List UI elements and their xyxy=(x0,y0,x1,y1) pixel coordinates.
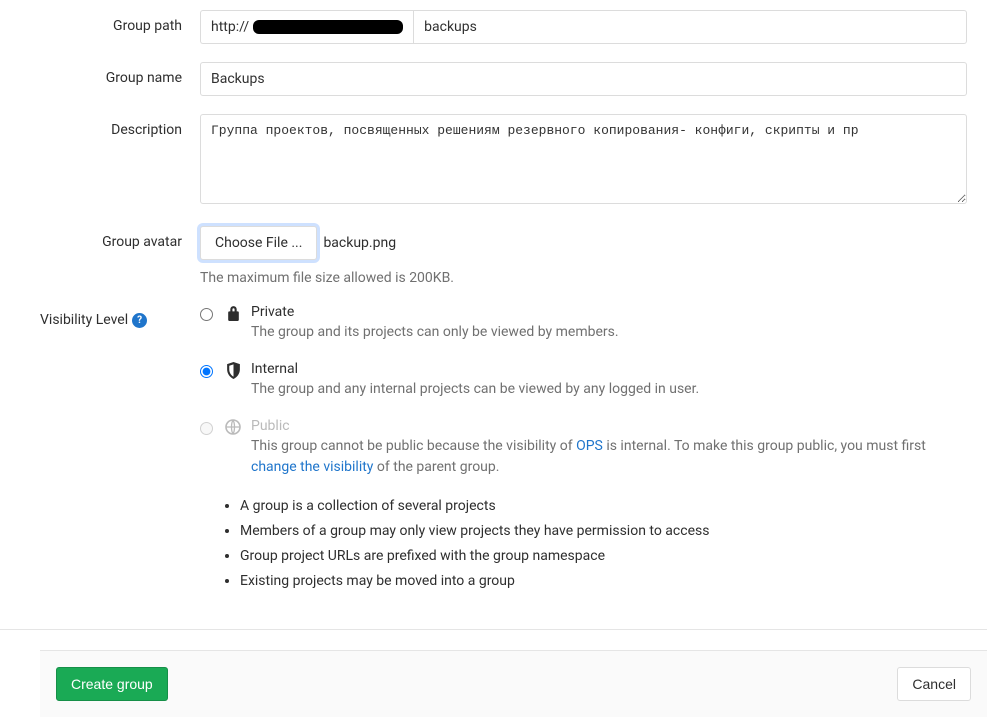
label-visibility: Visibility Level ? xyxy=(40,304,200,328)
link-change-visibility[interactable]: change the visibility xyxy=(251,459,373,475)
row-group-path: Group path http:// xyxy=(40,10,967,44)
visibility-option-public: Public This group cannot be public becau… xyxy=(200,418,967,478)
shield-icon xyxy=(223,361,243,379)
radio-public xyxy=(200,422,213,435)
private-desc: The group and its projects can only be v… xyxy=(251,322,619,343)
list-item: Existing projects may be moved into a gr… xyxy=(240,571,967,592)
globe-icon xyxy=(223,418,243,435)
internal-desc: The group and any internal projects can … xyxy=(251,379,699,400)
visibility-option-private: Private The group and its projects can o… xyxy=(200,304,967,343)
list-item: A group is a collection of several proje… xyxy=(240,496,967,517)
group-name-input[interactable] xyxy=(200,62,967,96)
label-group-path: Group path xyxy=(40,10,200,34)
choose-file-button[interactable]: Choose File ... xyxy=(200,226,317,260)
redacted-host xyxy=(253,20,403,34)
url-prefix-addon: http:// xyxy=(200,10,413,44)
row-description: Description Группа проектов, посвященных… xyxy=(40,114,967,208)
list-item: Members of a group may only view project… xyxy=(240,521,967,542)
create-group-button[interactable]: Create group xyxy=(56,667,168,701)
internal-title: Internal xyxy=(251,361,699,377)
group-path-input-group: http:// xyxy=(200,10,967,44)
visibility-label-text: Visibility Level xyxy=(40,312,128,328)
public-desc: This group cannot be public because the … xyxy=(251,436,967,478)
avatar-hint: The maximum file size allowed is 200KB. xyxy=(200,270,967,286)
list-item: Group project URLs are prefixed with the… xyxy=(240,546,967,567)
group-path-input[interactable] xyxy=(413,10,967,44)
avatar-filename: backup.png xyxy=(323,235,396,251)
public-title: Public xyxy=(251,418,967,434)
description-textarea[interactable]: Группа проектов, посвященных решениям ре… xyxy=(200,114,967,204)
radio-internal[interactable] xyxy=(200,365,213,378)
visibility-options: Private The group and its projects can o… xyxy=(200,304,967,596)
row-visibility: Visibility Level ? Private The group and… xyxy=(40,304,967,596)
label-group-name: Group name xyxy=(40,62,200,86)
visibility-option-internal: Internal The group and any internal proj… xyxy=(200,361,967,400)
label-group-avatar: Group avatar xyxy=(40,226,200,250)
cancel-button[interactable]: Cancel xyxy=(897,667,971,701)
group-info-list: A group is a collection of several proje… xyxy=(200,496,967,592)
label-description: Description xyxy=(40,114,200,138)
group-settings-form: Group path http:// Group name Descriptio… xyxy=(0,0,987,717)
private-title: Private xyxy=(251,304,619,320)
link-ops[interactable]: OPS xyxy=(576,438,603,454)
row-group-name: Group name xyxy=(40,62,967,96)
row-group-avatar: Group avatar Choose File ... backup.png T… xyxy=(40,226,967,286)
lock-icon xyxy=(223,304,243,322)
form-footer: Create group Cancel xyxy=(40,650,987,717)
form-fields: Group path http:// Group name Descriptio… xyxy=(0,10,987,630)
url-prefix-text: http:// xyxy=(211,19,249,35)
help-icon[interactable]: ? xyxy=(132,313,147,328)
radio-private[interactable] xyxy=(200,308,213,321)
